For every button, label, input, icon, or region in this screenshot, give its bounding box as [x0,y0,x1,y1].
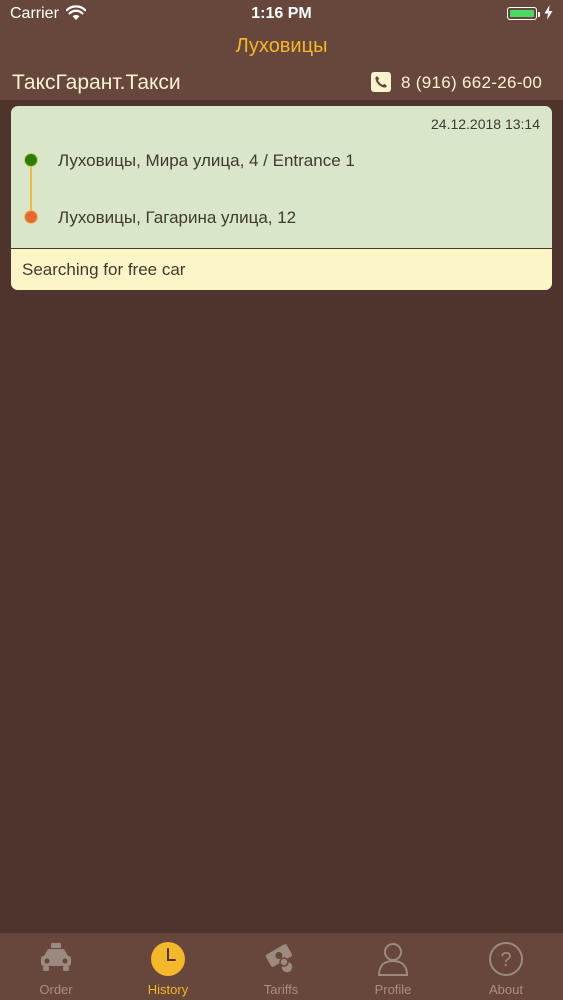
tab-profile[interactable]: Profile [337,933,449,1000]
tab-bar: Order History Tariffs Profile ? About [0,933,563,1000]
header: Carrier 1:16 PM Луховицы ТаксГарант.Такс… [0,0,563,100]
order-status-text: Searching for free car [22,260,186,279]
tab-order[interactable]: Order [0,933,112,1000]
order-date: 24.12.2018 13:14 [431,116,540,132]
route-line [30,162,32,217]
tab-about[interactable]: ? About [450,933,562,1000]
clock-icon [151,942,185,976]
tab-about-label: About [489,982,523,997]
start-point-icon [24,153,38,167]
pickup-address: Луховицы, Мира улица, 4 / Entrance 1 [58,151,355,170]
tab-profile-label: Profile [374,982,412,997]
svg-text:?: ? [500,949,511,971]
tariffs-icon [265,944,294,974]
tab-history[interactable]: History [112,933,224,1000]
phone-icon[interactable] [371,72,391,92]
tab-tariffs[interactable]: Tariffs [225,933,337,1000]
taxi-icon [41,943,71,971]
charging-bolt-icon [544,5,553,20]
order-status-bar: Searching for free car [11,248,552,290]
status-bar: Carrier 1:16 PM [0,0,563,30]
clock-time: 1:16 PM [251,5,312,22]
phone-number[interactable]: 8 (916) 662-26-00 [401,73,542,93]
destination-address: Луховицы, Гагарина улица, 12 [58,208,297,227]
order-card[interactable]: 24.12.2018 13:14 Луховицы, Мира улица, 4… [11,106,552,290]
end-point-icon [24,210,38,224]
company-name: ТаксГарант.Такси [12,71,181,94]
person-icon [377,943,409,976]
tab-tariffs-label: Tariffs [263,982,299,997]
tab-order-label: Order [39,982,73,997]
city-title[interactable]: Луховицы [0,35,563,58]
tab-history-label: History [147,982,189,997]
question-icon: ? [489,942,523,976]
battery-icon [507,7,540,20]
